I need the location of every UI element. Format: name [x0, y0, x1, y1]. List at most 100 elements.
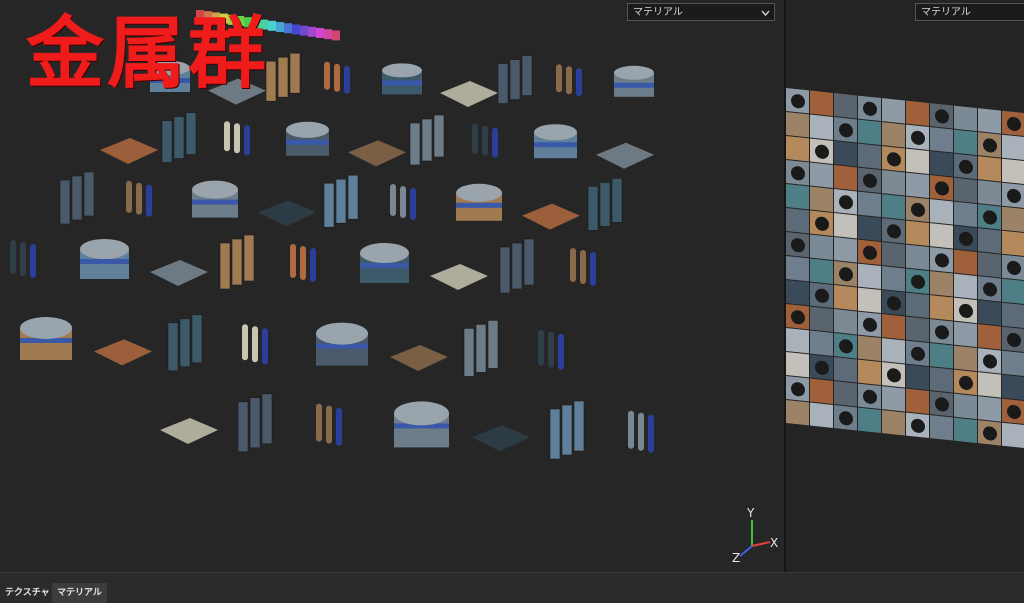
- swatch-chip: [316, 28, 324, 38]
- axis-y-label: Y: [747, 506, 755, 520]
- uv-atlas-tile: [954, 273, 977, 300]
- sample-block: [561, 404, 573, 456]
- sample-rod: [538, 329, 544, 366]
- uv-atlas-tile: [1002, 134, 1024, 161]
- uv-atlas-tile: [954, 177, 977, 204]
- uv-atlas-tile: [954, 417, 977, 444]
- sample-block: [243, 234, 255, 282]
- sample-tile: [430, 264, 488, 290]
- sample-rod: [410, 188, 416, 220]
- uv-atlas-tile: [978, 228, 1001, 254]
- sample-rod: [576, 68, 582, 97]
- uv-atlas-tile: [810, 378, 833, 404]
- sample-block: [549, 408, 561, 460]
- sample-rod: [262, 328, 268, 365]
- viewport-material-dropdown[interactable]: マテリアル: [627, 3, 775, 21]
- sample-cylinder-band: [286, 139, 329, 145]
- uv-atlas-tile: [930, 343, 953, 369]
- app-window: 金属群 マテリアル Y X Z マテリアル テクスチャ マテリアル: [0, 0, 1024, 603]
- uv-atlas-tile: [978, 156, 1001, 182]
- uv-atlas-tile: [906, 292, 929, 319]
- sample-block: [521, 55, 533, 96]
- sample-rod: [10, 240, 16, 274]
- swatch-chip: [268, 20, 276, 31]
- sample-rod: [136, 182, 142, 215]
- uv-atlas-tile: [1002, 302, 1024, 329]
- uv-atlas-tile: [834, 213, 857, 239]
- sample-tile: [472, 425, 530, 452]
- sample-block: [499, 246, 511, 294]
- uv-atlas-tile: [858, 143, 881, 169]
- sample-rod: [580, 250, 586, 284]
- swatch-chip: [332, 30, 340, 41]
- uv-atlas-tile: [786, 400, 809, 426]
- sample-rod: [300, 246, 306, 280]
- sample-block: [463, 328, 475, 377]
- sample-rod: [548, 331, 554, 368]
- sample-block: [587, 186, 599, 231]
- sample-block: [179, 318, 191, 368]
- sample-block: [161, 120, 173, 163]
- uv-atlas-tile: [906, 388, 929, 415]
- sample-rod: [648, 414, 654, 453]
- uv-atlas-tile: [978, 252, 1001, 278]
- sample-tile: [258, 200, 316, 227]
- sample-block: [237, 401, 249, 453]
- uv-atlas-tile: [786, 183, 809, 210]
- uv-atlas-tile: [858, 191, 881, 217]
- uv-atlas-tile: [834, 237, 857, 263]
- sample-block: [475, 324, 487, 373]
- sample-tile: [160, 418, 218, 444]
- sample-rod: [336, 407, 342, 446]
- uv-atlas-tile: [978, 372, 1001, 398]
- sample-cylinder-top: [80, 239, 129, 259]
- viewport-material-dropdown-value: マテリアル: [633, 7, 683, 18]
- uv-atlas-tile: [786, 112, 809, 138]
- uv-atlas-tile: [930, 271, 953, 297]
- sample-block: [347, 174, 359, 220]
- sample-rod: [638, 412, 644, 451]
- sample-block: [191, 314, 203, 364]
- sample-tile: [522, 203, 580, 230]
- uv-atlas: [786, 88, 1024, 449]
- uv-viewport[interactable]: マテリアル: [786, 0, 1024, 572]
- swatch-chip: [284, 23, 292, 34]
- uv-atlas-tile: [834, 357, 857, 383]
- sample-rod: [344, 65, 350, 94]
- uv-atlas-tile: [1002, 278, 1024, 305]
- uv-material-dropdown[interactable]: マテリアル: [915, 3, 1024, 21]
- uv-atlas-tile: [882, 314, 905, 340]
- chevron-down-icon: [761, 4, 770, 29]
- sample-block: [421, 118, 433, 162]
- uv-atlas-tile: [954, 345, 977, 372]
- uv-atlas-tile: [930, 223, 953, 249]
- uv-atlas-tile: [906, 364, 929, 391]
- sample-block: [511, 242, 523, 290]
- tab-material[interactable]: マテリアル: [52, 583, 107, 603]
- sample-cylinder-top: [382, 63, 422, 78]
- sample-rod: [224, 121, 230, 152]
- tab-texture[interactable]: テクスチャ: [0, 583, 55, 603]
- swatch-chip: [276, 22, 284, 32]
- uv-texture-canvas[interactable]: [786, 0, 1024, 572]
- sample-cylinder-top: [192, 180, 238, 199]
- sample-rod: [556, 64, 562, 93]
- sample-tile: [100, 138, 158, 164]
- uv-atlas-tile: [1002, 350, 1024, 377]
- uv-atlas-tile: [1002, 158, 1024, 185]
- uv-atlas-tile: [906, 316, 929, 343]
- sample-rod: [558, 333, 564, 370]
- uv-atlas-tile: [786, 135, 809, 162]
- uv-atlas-tile: [810, 186, 833, 212]
- sample-cylinder-band: [534, 142, 577, 148]
- sample-rod: [400, 186, 406, 218]
- uv-atlas-tile: [978, 324, 1001, 350]
- sample-cylinder-top: [286, 121, 329, 138]
- viewport-3d[interactable]: 金属群 マテリアル Y X Z: [0, 0, 784, 572]
- sample-rod: [566, 66, 572, 95]
- sample-rod: [234, 123, 240, 154]
- sample-block: [599, 182, 611, 227]
- uv-atlas-tile: [954, 105, 977, 132]
- sample-block: [433, 114, 445, 158]
- uv-atlas-tile: [882, 98, 905, 124]
